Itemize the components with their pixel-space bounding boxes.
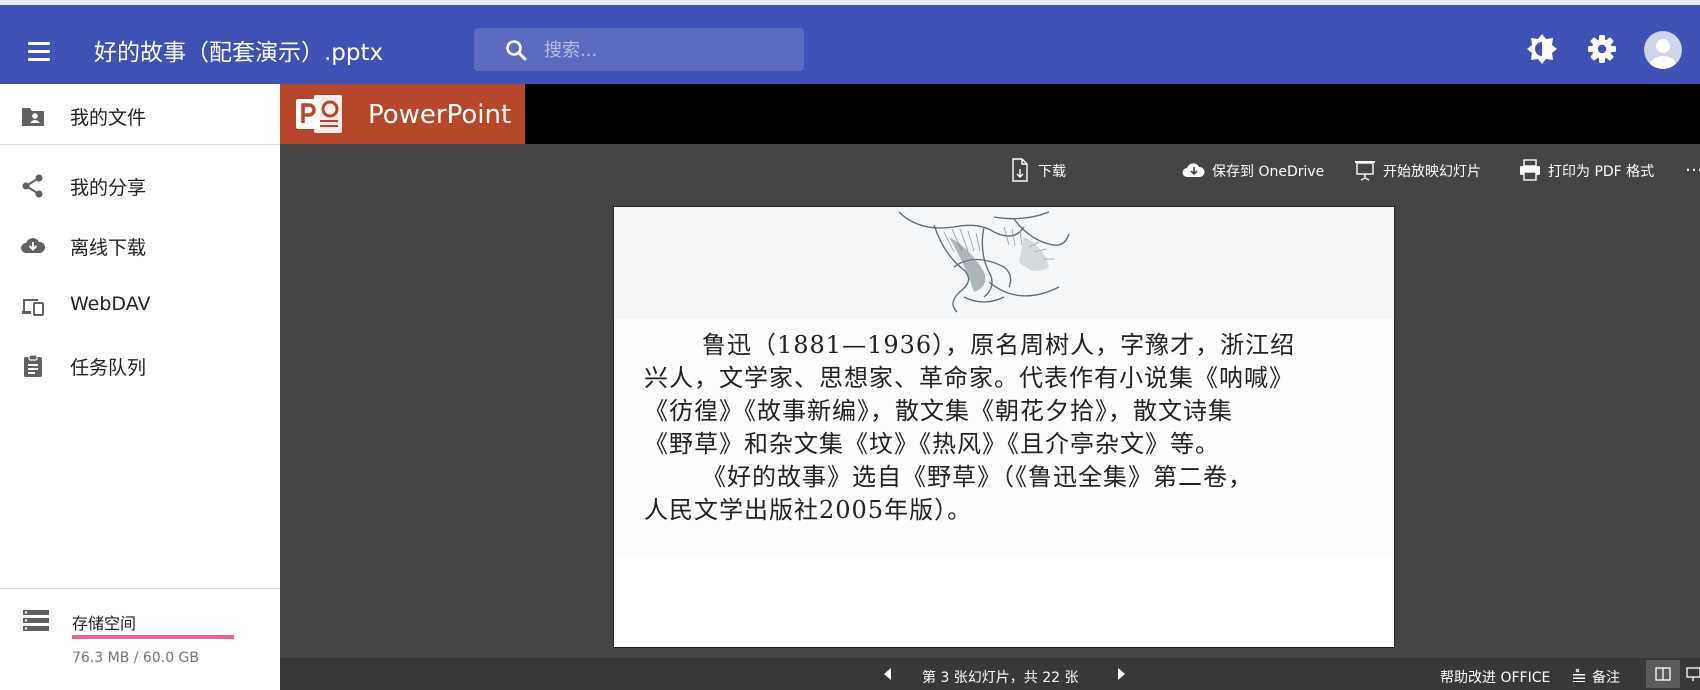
gear-icon[interactable] [1584, 31, 1620, 67]
sidebar-item-label: WebDAV [70, 293, 151, 315]
download-label: 下载 [1038, 164, 1066, 180]
slide-text-line: 兴人，文学家、思想家、革命家。代表作有小说集《呐喊》 [644, 364, 1294, 392]
slide-counter: 第 3 张幻灯片，共 22 张 [922, 670, 1079, 686]
print-pdf-label: 打印为 PDF 格式 [1548, 164, 1655, 180]
more-options-label: … [1685, 155, 1700, 176]
office-viewer: PowerPoint 下载 保存到 OneDrive 开始放映幻灯片 打印为 P… [280, 84, 1700, 690]
bird-illustration [898, 211, 1070, 313]
powerpoint-logo-icon [296, 95, 342, 133]
account-icon[interactable] [1644, 31, 1682, 69]
sidebar-item-task-queue[interactable]: 任务队列 [0, 340, 280, 392]
more-options-button[interactable]: … [1685, 155, 1700, 182]
sidebar-divider [0, 144, 280, 145]
notes-label: 备注 [1592, 670, 1620, 686]
storage-usage: 76.3 MB / 60.0 GB [72, 650, 199, 666]
sidebar-item-label: 我的文件 [70, 107, 147, 129]
search-icon [506, 40, 527, 61]
next-slide-icon[interactable] [1113, 666, 1129, 682]
brightness-icon[interactable] [1524, 31, 1560, 67]
projector-screen-icon [1355, 161, 1375, 181]
sidebar-item-label: 离线下载 [70, 237, 147, 259]
reading-view-icon [1655, 667, 1671, 681]
powerpoint-brand: PowerPoint [280, 84, 525, 144]
save-onedrive-label: 保存到 OneDrive [1212, 164, 1325, 180]
cloud-download-icon [21, 238, 46, 253]
sidebar-item-my-shares[interactable]: 我的分享 [0, 160, 280, 212]
notes-icon [1573, 668, 1585, 682]
search-input[interactable] [542, 35, 786, 65]
sidebar: 我的文件 我的分享 离线下载 WebDAV 任务队列 存储空间 76.3 MB … [0, 84, 281, 690]
brand-name: PowerPoint [368, 100, 512, 130]
sidebar-item-webdav[interactable]: WebDAV [0, 280, 280, 332]
menu-icon[interactable] [20, 33, 56, 69]
slide-text-line: 《好的故事》选自《野草》（《鲁迅全集》第二卷， [702, 463, 1253, 491]
cloud-save-icon [1182, 163, 1205, 177]
slide-canvas: 鲁迅（1881—1936），原名周树人，字豫才，浙江绍 兴人，文学家、思想家、革… [613, 206, 1395, 648]
download-button[interactable]: 下载 [1008, 158, 1068, 182]
viewer-status-bar: 第 3 张幻灯片，共 22 张 帮助改进 OFFICE 备注 [280, 658, 1700, 690]
app-bar: 好的故事（配套演示）.pptx [0, 5, 1700, 84]
sidebar-item-label: 任务队列 [70, 357, 147, 379]
slide-text-line: 《彷徨》《故事新编》，散文集《朝花夕拾》，散文诗集 [644, 397, 1233, 425]
viewer-brand-bar: PowerPoint [280, 84, 1700, 144]
slide-text-line: 人民文学出版社2005年版）。 [644, 496, 973, 524]
storage-icon [23, 610, 49, 631]
storage-panel: 存储空间 76.3 MB / 60.0 GB [0, 584, 280, 690]
search-box[interactable] [474, 28, 804, 71]
viewer-toolbar: 下载 保存到 OneDrive 开始放映幻灯片 打印为 PDF 格式 [280, 144, 1700, 196]
share-icon [22, 174, 43, 198]
slideshow-view-button[interactable] [1684, 660, 1700, 688]
sidebar-item-my-files[interactable]: 我的文件 [0, 90, 280, 142]
sidebar-item-label: 我的分享 [70, 177, 147, 199]
document-download-icon [1012, 158, 1028, 182]
slide-body-text: 鲁迅（1881—1936），原名周树人，字豫才，浙江绍 兴人，文学家、思想家、革… [644, 329, 1384, 527]
file-title: 好的故事（配套演示）.pptx [94, 40, 384, 66]
devices-icon [22, 299, 44, 316]
slide-text-line: 鲁迅（1881—1936），原名周树人，字豫才，浙江绍 [702, 331, 1296, 359]
folder-user-icon [22, 108, 44, 126]
sidebar-item-offline-download[interactable]: 离线下载 [0, 220, 280, 272]
storage-label: 存储空间 [72, 614, 137, 633]
reading-view-button[interactable] [1646, 660, 1680, 688]
slideshow-view-icon [1686, 667, 1700, 681]
start-slideshow-label: 开始放映幻灯片 [1383, 164, 1481, 180]
help-improve-office-link[interactable]: 帮助改进 OFFICE [1440, 667, 1550, 687]
printer-icon [1520, 159, 1540, 181]
previous-slide-icon[interactable] [880, 666, 896, 682]
clipboard-icon [24, 354, 42, 377]
storage-progress-bar [72, 635, 234, 639]
slide-text-line: 《野草》和杂文集《坟》《热风》《且介亭杂文》等。 [644, 430, 1220, 458]
storage-progress-fill [72, 635, 234, 639]
